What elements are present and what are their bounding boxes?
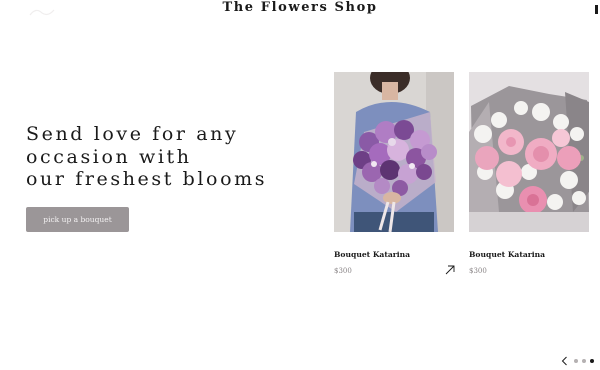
menu-icon[interactable]	[595, 5, 598, 14]
product-name[interactable]: Bouquet Katarina	[469, 250, 545, 259]
arrow-up-right-icon[interactable]	[445, 265, 455, 275]
slider-dot-2[interactable]	[582, 359, 586, 363]
product-price: $300	[469, 267, 487, 275]
hero-headline: Send love for any occasion with our fres…	[26, 123, 316, 191]
product-card[interactable]: Bouquet Katarina $300	[334, 72, 455, 275]
shop-title[interactable]: The Flowers Shop	[0, 0, 600, 16]
product-name[interactable]: Bouquet Katarina	[334, 250, 410, 259]
chevron-left-icon[interactable]	[561, 356, 568, 366]
slider-dot-1[interactable]	[574, 359, 578, 363]
purple-bouquet-photo[interactable]	[334, 72, 454, 232]
product-card[interactable]: Bouquet Katarina $300	[469, 72, 589, 275]
pink-peony-bouquet-photo[interactable]	[469, 72, 589, 232]
hero-line-2: occasion with	[26, 145, 192, 168]
product-price: $300	[334, 267, 352, 275]
slider-nav	[561, 356, 597, 366]
hero-line-1: Send love for any	[26, 123, 239, 145]
slider-dot-3[interactable]	[590, 359, 594, 363]
hero-line-3: our freshest blooms	[26, 168, 268, 190]
pick-up-bouquet-button[interactable]: pick up a bouquet	[26, 207, 129, 232]
